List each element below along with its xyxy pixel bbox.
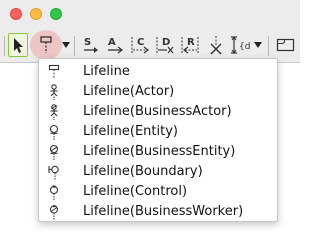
svg-text:S: S [84, 37, 91, 48]
business-actor-icon [50, 104, 58, 120]
menu-item-lifeline-business-actor[interactable]: Lifeline(BusinessActor) [39, 102, 277, 122]
lifeline-icon [48, 64, 60, 79]
menu-item-label: Lifeline(Boundary) [83, 164, 203, 179]
window-minimize-button[interactable] [30, 8, 42, 20]
menu-item-label: Lifeline(BusinessEntity) [83, 144, 236, 159]
sync-message-icon[interactable]: S [82, 34, 100, 56]
lifeline-icon [40, 36, 52, 53]
menu-item-lifeline-control[interactable]: Lifeline(Control) [39, 182, 277, 202]
toolbar-separator [74, 36, 75, 56]
menu-item-label: Lifeline [83, 64, 130, 79]
menu-item-lifeline-actor[interactable]: Lifeline(Actor) [39, 82, 277, 102]
cursor-arrow-icon [14, 38, 23, 53]
entity-icon [49, 124, 59, 140]
svg-text:{d}: {d} [239, 42, 251, 52]
async-message-icon[interactable]: A [106, 34, 124, 56]
stop-x-icon[interactable] [208, 34, 224, 56]
toolbar-separator [268, 36, 269, 56]
window-titlebar [0, 0, 300, 28]
create-message-icon[interactable]: C [130, 34, 150, 56]
menu-item-lifeline-boundary[interactable]: Lifeline(Boundary) [39, 162, 277, 182]
duration-constraint-icon[interactable]: {d} [229, 34, 251, 56]
dropdown-triangle-icon[interactable] [62, 41, 70, 49]
svg-text:R: R [187, 37, 195, 48]
business-worker-icon [49, 204, 59, 220]
menu-item-lifeline[interactable]: Lifeline [39, 62, 277, 82]
business-entity-icon [49, 144, 59, 160]
dropdown-triangle-icon[interactable] [254, 41, 262, 49]
reply-message-icon[interactable]: R [180, 34, 202, 56]
lifeline-type-menu: Lifeline Lifeline(Actor) Lifeline(Busine… [38, 58, 278, 222]
menu-item-lifeline-business-worker[interactable]: Lifeline(BusinessWorker) [39, 202, 277, 222]
menu-item-label: Lifeline(Entity) [83, 124, 178, 139]
svg-text:C: C [137, 37, 144, 48]
menu-item-lifeline-entity[interactable]: Lifeline(Entity) [39, 122, 277, 142]
window-maximize-button[interactable] [50, 8, 62, 20]
select-tool-button[interactable] [8, 33, 28, 57]
destroy-message-icon[interactable]: D [155, 34, 175, 56]
toolbar-separator [4, 36, 5, 56]
boundary-icon [48, 165, 59, 180]
menu-item-label: Lifeline(BusinessWorker) [83, 204, 244, 219]
window-close-button[interactable] [10, 8, 22, 20]
svg-text:D: D [162, 37, 170, 48]
menu-item-lifeline-business-entity[interactable]: Lifeline(BusinessEntity) [39, 142, 277, 162]
actor-icon [50, 84, 58, 100]
svg-text:A: A [108, 37, 116, 48]
control-icon [49, 185, 59, 200]
menu-item-label: Lifeline(Control) [83, 184, 188, 199]
menu-item-label: Lifeline(Actor) [83, 84, 175, 99]
menu-item-label: Lifeline(BusinessActor) [83, 104, 232, 119]
frame-icon[interactable] [276, 36, 296, 54]
lifeline-tool-button[interactable] [30, 30, 62, 60]
